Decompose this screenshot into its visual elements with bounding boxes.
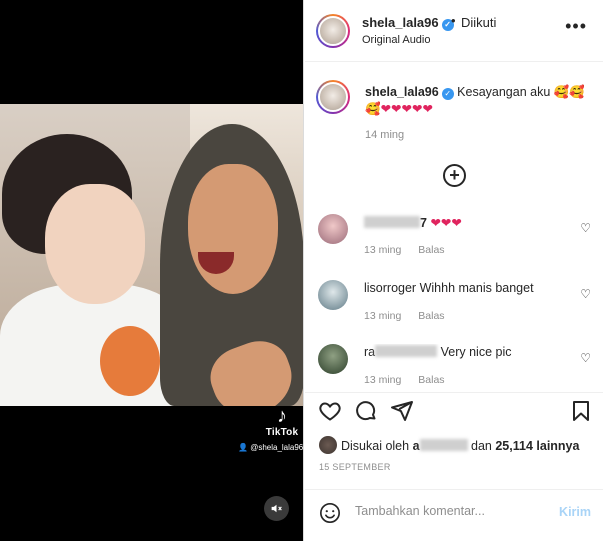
author-username[interactable]: shela_lala96 ✓ (362, 15, 454, 31)
heart-icon[interactable] (318, 399, 342, 423)
comment-time[interactable]: 13 ming (364, 374, 401, 386)
commenter-avatar[interactable] (318, 344, 348, 374)
likes-summary[interactable]: Disukai oleh a dan 25,114 lainnya (319, 436, 579, 454)
comment-time[interactable]: 13 ming (364, 244, 401, 256)
emoji-icon[interactable] (319, 502, 341, 524)
reply-button[interactable]: Balas (418, 310, 444, 322)
caption-hearts: ❤❤❤❤❤ (380, 102, 433, 116)
action-bar (305, 392, 603, 432)
follow-status-button[interactable]: Diikuti (461, 15, 496, 30)
comment-text: ra Very nice pic (364, 345, 512, 359)
comment-heart-icon[interactable]: ♡ (580, 221, 591, 235)
commenter-avatar[interactable] (318, 214, 348, 244)
comment-time[interactable]: 13 ming (364, 310, 401, 322)
comment-heart-icon[interactable]: ♡ (580, 351, 591, 365)
caption-emoji-2: 🥰 (365, 102, 381, 116)
redacted-username (364, 216, 420, 228)
speaker-muted-icon (271, 504, 282, 513)
bookmark-icon[interactable] (569, 399, 593, 423)
reply-button[interactable]: Balas (418, 244, 444, 256)
reply-button[interactable]: Balas (418, 374, 444, 386)
comment-meta: 13 ming Balas (364, 244, 459, 256)
paper-plane-icon[interactable] (390, 399, 414, 423)
video-frame[interactable] (0, 104, 303, 406)
load-more-comments-button[interactable]: + (443, 164, 466, 187)
caption-username[interactable]: shela_lala96 (365, 85, 439, 99)
comment-heart-icon[interactable]: ♡ (580, 287, 591, 301)
comment-meta: 13 ming Balas (364, 374, 459, 386)
audio-link[interactable]: Original Audio (362, 34, 431, 46)
post-comment-button[interactable]: Kirim (559, 505, 591, 519)
separator-dot: • (451, 13, 456, 28)
plus-circle-icon: + (449, 165, 460, 185)
caption: shela_lala96 ✓ Kesayangan aku 🥰🥰 🥰❤❤❤❤❤ (365, 84, 590, 118)
tiktok-handle: 👤 @shela_lala96 (238, 443, 304, 452)
add-comment-bar: Kirim (305, 489, 603, 539)
caption-text: Kesayangan aku (457, 85, 551, 99)
commenter-avatar[interactable] (318, 280, 348, 310)
video-player[interactable]: ♪ TikTok 👤 @shela_lala96 (0, 0, 304, 541)
tiktok-brand-label: TikTok (265, 427, 299, 438)
caption-time[interactable]: 14 ming (365, 129, 404, 141)
child-face (45, 184, 145, 304)
caption-emoji: 🥰🥰 (553, 85, 585, 99)
comment-input[interactable] (355, 504, 545, 518)
post-date[interactable]: 15 SEPTEMBER (319, 462, 391, 472)
shirt-print (100, 326, 160, 396)
comment-text: lisorroger Wihhh manis banget (364, 281, 534, 295)
more-horizontal-icon[interactable]: ••• (565, 17, 587, 35)
comment-item: lisorroger Wihhh manis banget 13 ming Ba… (305, 280, 603, 340)
redacted-username (375, 345, 438, 357)
liker-avatar (319, 436, 337, 454)
comment-item: ra Very nice pic 13 ming Balas ♡ (305, 344, 603, 392)
redacted-username (419, 439, 468, 451)
caption-avatar[interactable] (316, 80, 350, 114)
comment-item: 7 ❤❤❤ 13 ming Balas ♡ (305, 214, 603, 274)
mute-button[interactable] (264, 496, 289, 521)
author-avatar[interactable] (316, 14, 350, 48)
post-header: shela_lala96 ✓ • Diikuti Original Audio •… (305, 0, 603, 62)
tiktok-logo-icon: ♪ (277, 405, 287, 427)
comment-icon[interactable] (354, 399, 378, 423)
person-icon: 👤 (238, 443, 248, 452)
verified-badge-icon: ✓ (441, 88, 454, 100)
comment-text: 7 ❤❤❤ (364, 215, 462, 230)
post-panel: shela_lala96 ✓ • Diikuti Original Audio •… (305, 0, 603, 541)
tiktok-watermark: ♪ TikTok (262, 405, 302, 438)
woman-face (188, 164, 278, 294)
comment-meta: 13 ming Balas (364, 310, 459, 322)
